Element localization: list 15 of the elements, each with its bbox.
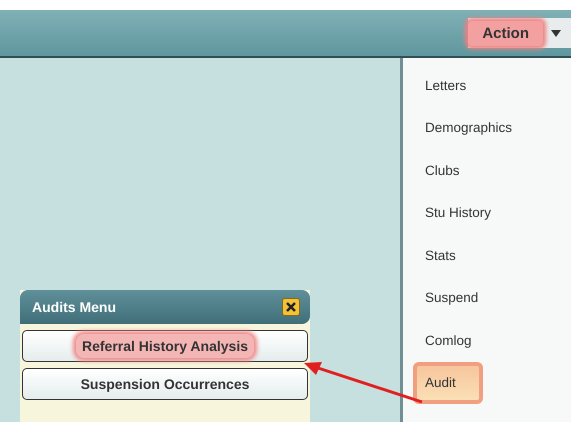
close-button[interactable] [282,298,300,316]
close-icon [286,302,296,312]
dropdown-menu-item[interactable]: Comlog [403,319,571,362]
dropdown-menu-item[interactable]: Letters [403,64,571,106]
action-button[interactable]: Action [468,18,571,48]
dropdown-menu-item[interactable]: Stu History [403,192,571,234]
panel-title: Audits Menu [32,299,116,315]
dropdown-menu-item[interactable]: Audit [413,362,483,404]
menu-item-button[interactable]: Suspension Occurrences [22,368,308,400]
dropdown-menu-item[interactable]: Clubs [403,149,571,192]
dropdown-menu-item[interactable]: Stats [403,234,571,276]
dropdown-menu-item[interactable]: Suspend [403,276,571,319]
dropdown-menu-item[interactable]: Demographics [403,106,571,149]
menu-item-button[interactable]: Referral History Analysis [22,330,308,362]
dropdown-caret-icon [551,30,561,36]
